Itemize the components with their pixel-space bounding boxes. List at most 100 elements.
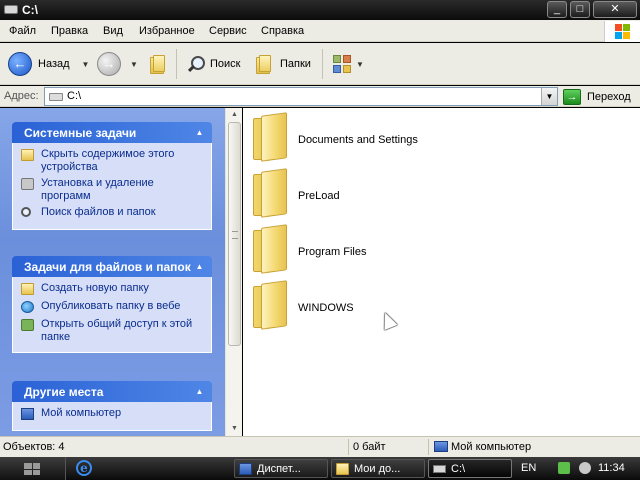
menu-favorites[interactable]: Избранное: [139, 25, 195, 37]
folder-icon: [336, 463, 349, 475]
folder-item[interactable]: WINDOWS: [243, 282, 640, 338]
go-label: Переход: [587, 90, 631, 103]
task-label: Мой компьютер: [41, 407, 122, 419]
forward-button[interactable]: → ▼: [97, 43, 138, 85]
task-pane: Системные задачи ▲ Скрыть содержимое это…: [0, 108, 225, 436]
scroll-down-icon[interactable]: ▼: [227, 424, 242, 434]
file-tasks-group: Задачи для файлов и папок ▲ Создать нову…: [12, 256, 212, 353]
views-icon: [332, 54, 352, 74]
task-publish-web[interactable]: Опубликовать папку в вебе: [19, 300, 205, 315]
task-label: Установка и удаление программ: [41, 177, 154, 202]
address-bar: Адрес: C:\ ▼ → Переход: [0, 86, 640, 107]
address-input[interactable]: C:\ ▼: [44, 87, 558, 106]
views-dropdown-icon[interactable]: ▼: [356, 60, 364, 69]
safely-remove-icon[interactable]: [558, 462, 570, 474]
forward-dropdown-icon[interactable]: ▼: [130, 60, 138, 69]
scroll-up-icon[interactable]: ▲: [227, 110, 242, 120]
task-share-folder[interactable]: Открыть общий доступ к этой папке: [19, 318, 205, 344]
toolbar: ← Назад ▼ → ▼ Поиск Папки ▼: [0, 43, 640, 85]
task-add-remove-programs[interactable]: Установка и удаление программ: [19, 177, 205, 203]
file-list: Documents and Settings PreLoad Program F…: [243, 108, 640, 436]
menu-edit[interactable]: Правка: [51, 25, 88, 37]
clock: 11:34: [598, 462, 625, 474]
place-my-computer[interactable]: Мой компьютер: [19, 407, 205, 422]
search-button[interactable]: Поиск: [186, 43, 240, 85]
globe-icon: [21, 301, 34, 313]
computer-icon: [434, 441, 448, 452]
taskbar-task-manager[interactable]: Диспет...: [234, 459, 328, 478]
system-tasks-header[interactable]: Системные задачи ▲: [12, 122, 212, 143]
collapse-chevron-icon[interactable]: ▲: [194, 261, 205, 272]
task-label: Опубликовать папку в вебе: [41, 300, 181, 312]
taskbar-task-label: C:\: [451, 463, 466, 475]
address-dropdown-icon[interactable]: ▼: [541, 88, 557, 105]
back-button[interactable]: ← Назад ▼: [8, 43, 89, 85]
task-label: Открыть общий доступ к этой папке: [41, 318, 193, 343]
menu-view[interactable]: Вид: [103, 25, 123, 37]
forward-arrow-icon: →: [97, 52, 121, 76]
back-arrow-icon: ←: [8, 52, 32, 76]
new-folder-icon: [21, 283, 34, 295]
windows-flag-icon: [24, 463, 40, 475]
task-hide-contents[interactable]: Скрыть содержимое этого устройства: [19, 148, 205, 174]
total-size: 0 байт: [353, 441, 386, 453]
collapse-chevron-icon[interactable]: ▲: [194, 127, 205, 138]
taskbar-my-documents[interactable]: Мои до...: [331, 459, 425, 478]
collapse-chevron-icon[interactable]: ▲: [194, 386, 205, 397]
maximize-button[interactable]: □: [570, 1, 590, 18]
toolbar-separator: [176, 49, 177, 79]
start-button[interactable]: [0, 457, 66, 480]
search-label: Поиск: [210, 58, 241, 70]
object-count: Объектов: 4: [3, 441, 65, 453]
back-dropdown-icon[interactable]: ▼: [82, 60, 90, 69]
folder-name: Documents and Settings: [298, 134, 418, 146]
folder-item[interactable]: Documents and Settings: [243, 114, 640, 170]
task-new-folder[interactable]: Создать новую папку: [19, 282, 205, 297]
file-tasks-header[interactable]: Задачи для файлов и папок ▲: [12, 256, 212, 277]
computer-icon: [21, 408, 34, 420]
go-button[interactable]: → Переход: [563, 87, 631, 106]
task-label: Скрыть содержимое этого устройства: [41, 148, 175, 173]
folder-icon: [251, 170, 287, 216]
taskbar-drive-c[interactable]: C:\: [428, 459, 512, 478]
status-bar: Объектов: 4 0 байт Мой компьютер: [0, 436, 640, 457]
folder-hide-icon: [21, 149, 34, 161]
up-button[interactable]: [148, 43, 166, 85]
back-label: Назад: [38, 58, 70, 70]
windows-logo-icon: [604, 21, 640, 42]
menu-file[interactable]: Файл: [9, 25, 36, 37]
task-pane-scrollbar[interactable]: ▲ ▼: [225, 108, 242, 436]
internet-explorer-icon[interactable]: e: [76, 460, 92, 476]
task-search-files[interactable]: Поиск файлов и папок: [19, 206, 205, 221]
folder-name: Program Files: [298, 246, 367, 258]
drive-icon: [4, 5, 18, 14]
menu-help[interactable]: Справка: [261, 25, 304, 37]
task-label: Создать новую папку: [41, 282, 149, 294]
menu-bar: Файл Правка Вид Избранное Сервис Справка: [0, 20, 640, 42]
status-separator: [348, 439, 349, 455]
taskbar-task-label: Мои до...: [354, 463, 401, 475]
system-tasks-group: Системные задачи ▲ Скрыть содержимое это…: [12, 122, 212, 230]
other-places-group: Другие места ▲ Мой компьютер: [12, 381, 212, 431]
folder-item[interactable]: PreLoad: [243, 170, 640, 226]
title-bar[interactable]: C:\ _ □ ✕: [0, 0, 640, 20]
close-button[interactable]: ✕: [593, 1, 637, 18]
location-zone: Мой компьютер: [451, 441, 532, 453]
scroll-thumb[interactable]: [228, 122, 241, 346]
search-icon: [21, 207, 31, 217]
minimize-button[interactable]: _: [547, 1, 567, 18]
drive-icon: [49, 93, 63, 101]
other-places-header[interactable]: Другие места ▲: [12, 381, 212, 402]
views-button[interactable]: ▼: [332, 43, 364, 85]
language-indicator[interactable]: EN: [521, 462, 536, 474]
folder-item[interactable]: Program Files: [243, 226, 640, 282]
folders-button[interactable]: Папки: [254, 43, 311, 85]
folder-icon: [251, 114, 287, 160]
system-tasks-title: Системные задачи: [24, 126, 137, 140]
menu-tools[interactable]: Сервис: [209, 25, 247, 37]
folder-up-icon: [148, 55, 166, 74]
file-tasks-title: Задачи для файлов и папок: [24, 260, 191, 274]
folder-icon: [251, 282, 287, 328]
taskbar-task-label: Диспет...: [257, 463, 301, 475]
volume-icon[interactable]: [579, 462, 591, 474]
